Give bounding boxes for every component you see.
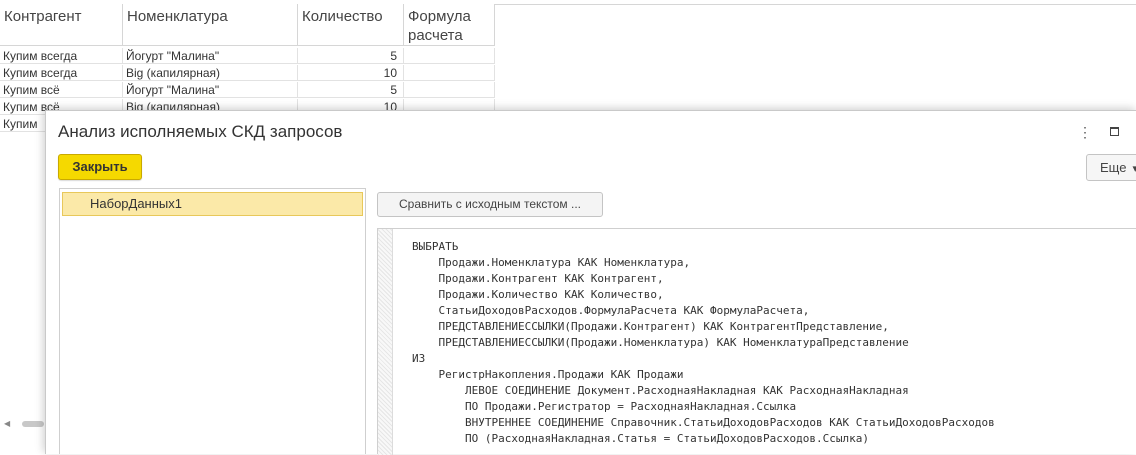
code-line: ПРЕДСТАВЛЕНИЕССЫЛКИ(Продажи.Контрагент) … [412,320,889,333]
code-line: ВЫБРАТЬ [412,240,459,253]
code-line: ИЗ [412,352,426,365]
cell-counterparty: Купим всё [0,82,123,98]
cell-quantity: 10 [298,65,404,81]
code-line: Продажи.Количество КАК Количество, [412,288,664,301]
code-line: РегистрНакопления.Продажи КАК Продажи [412,368,684,381]
cell-quantity: 5 [298,48,404,64]
cell-formula [404,82,495,98]
scroll-left-arrow-icon[interactable]: ◀ [4,419,10,428]
maximize-icon[interactable] [1110,127,1119,136]
column-header-quantity[interactable]: Количество [298,4,404,46]
code-line: СтатьиДоходовРасходов.ФормулаРасчета КАК… [412,304,810,317]
more-button-label: Еще [1100,160,1127,175]
code-line: ВНУТРЕННЕЕ СОЕДИНЕНИЕ Справочник.СтатьиД… [412,416,995,429]
more-button[interactable]: Еще ▾ [1086,154,1136,181]
code-line: ПО (РасходнаяНакладная.Статья = СтатьиДо… [412,432,869,445]
column-header-counterparty[interactable]: Контрагент [0,4,123,46]
cell-item: Big (капилярная) [123,65,298,81]
cell-formula [404,65,495,81]
horizontal-scrollbar[interactable]: ◀ [0,418,46,430]
code-line: ПО Продажи.Регистратор = РасходнаяНаклад… [412,400,797,413]
table-row[interactable]: Купим всегда Йогурт "Малина" 5 [0,48,495,64]
code-line: Продажи.Номенклатура КАК Номенклатура, [412,256,691,269]
code-line: ЛЕВОЕ СОЕДИНЕНИЕ Документ.РасходнаяНакла… [412,384,909,397]
cell-formula [404,48,495,64]
close-button[interactable]: Закрыть [58,154,142,180]
compare-with-source-button[interactable]: Сравнить с исходным текстом ... [377,192,603,217]
column-header-formula[interactable]: Формула расчета [404,4,495,46]
table-row[interactable]: Купим всегда Big (капилярная) 10 [0,65,495,81]
scrollbar-thumb[interactable] [22,421,44,427]
column-header-formula-line1: Формула [408,8,471,25]
cell-counterparty: Купим всегда [0,65,123,81]
column-header-item[interactable]: Номенклатура [123,4,298,46]
code-line: ПРЕДСТАВЛЕНИЕССЫЛКИ(Продажи.Номенклатура… [412,336,909,349]
kebab-icon[interactable]: ⋮ [1078,123,1092,141]
cell-quantity: 5 [298,82,404,98]
dataset-item[interactable]: НаборДанных1 [62,192,363,216]
chevron-down-icon: ▾ [1132,163,1136,175]
cell-item: Йогурт "Малина" [123,48,298,64]
dialog-title: Анализ исполняемых СКД запросов [58,122,343,141]
datasets-list: НаборДанных1 [59,188,366,454]
editor-gutter [378,229,393,455]
cell-counterparty: Купим всегда [0,48,123,64]
skd-query-analysis-dialog: Анализ исполняемых СКД запросов ⋮ Закрыт… [45,110,1136,455]
cell-item: Йогурт "Малина" [123,82,298,98]
table-row[interactable]: Купим всё Йогурт "Малина" 5 [0,82,495,98]
query-text-editor[interactable]: ВЫБРАТЬ Продажи.Номенклатура КАК Номенкл… [377,228,1136,455]
code-line: Продажи.Контрагент КАК Контрагент, [412,272,664,285]
column-header-formula-line2: расчета [408,27,463,44]
